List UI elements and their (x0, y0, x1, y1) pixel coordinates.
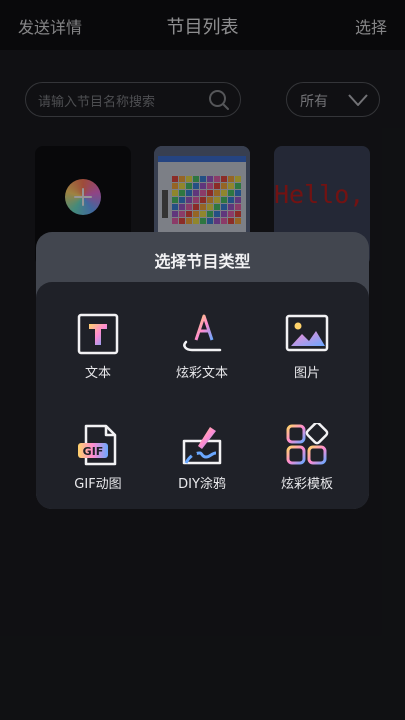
template-grid-icon (286, 423, 329, 465)
option-text[interactable]: 文本 (48, 296, 148, 396)
option-colorful-template[interactable]: 炫彩模板 (257, 407, 357, 507)
gif-file-icon: GIF (78, 424, 117, 466)
option-label: DIY涂鸦 (178, 477, 226, 492)
image-icon (285, 314, 329, 352)
colorful-text-icon (183, 314, 222, 352)
option-image[interactable]: 图片 (257, 296, 357, 396)
option-label: 炫彩模板 (280, 477, 333, 492)
option-label: 炫彩文本 (175, 366, 228, 381)
option-gif[interactable]: GIF GIF动图 (48, 407, 148, 507)
option-label: GIF动图 (74, 477, 122, 492)
program-type-dialog: 选择节目类型 文本 炫彩文本 图片 GIF GIF动图 DIY涂鸦 炫彩模板 (36, 232, 369, 509)
dialog-title: 选择节目类型 (154, 252, 251, 271)
option-label: 文本 (84, 366, 111, 381)
option-colorful-text[interactable]: 炫彩文本 (152, 296, 252, 396)
option-label: 图片 (293, 366, 320, 381)
text-t-icon (77, 313, 119, 355)
program-type-grid: 文本 炫彩文本 图片 GIF GIF动图 DIY涂鸦 炫彩模板 (36, 282, 369, 509)
paint-brush-icon (182, 427, 222, 465)
option-diy-doodle[interactable]: DIY涂鸦 (152, 407, 252, 507)
svg-text:GIF: GIF (83, 445, 104, 458)
